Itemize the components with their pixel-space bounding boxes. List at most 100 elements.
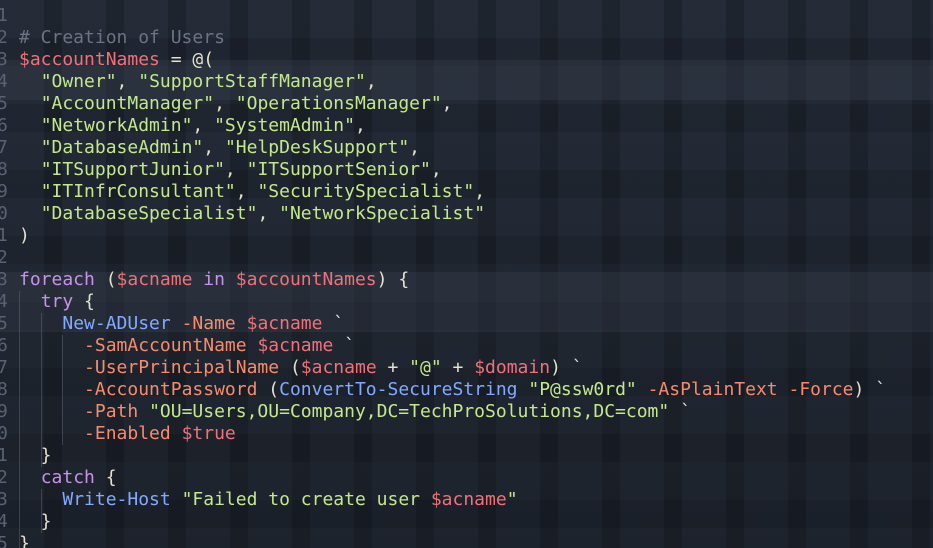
code-line[interactable]: 8 -AccountPassword (ConvertTo-SecureStri… bbox=[0, 379, 886, 401]
line-code[interactable]: "DatabaseAdmin", "HelpDeskSupport", bbox=[13, 137, 420, 159]
code-line[interactable]: 3 $accountNames = @( bbox=[0, 49, 886, 71]
code-token-punc: { bbox=[73, 291, 95, 312]
code-line[interactable]: 1 } bbox=[0, 445, 886, 467]
code-token-str: "ITSupportJunior" bbox=[40, 159, 225, 180]
code-line[interactable]: 4 } bbox=[0, 511, 886, 533]
line-code[interactable]: catch { bbox=[13, 467, 117, 489]
code-line[interactable]: 6 "NetworkAdmin", "SystemAdmin", bbox=[0, 115, 886, 137]
line-code[interactable]: "ITSupportJunior", "ITSupportSenior", bbox=[13, 159, 442, 181]
code-token-var: $accountNames bbox=[235, 269, 377, 290]
line-code[interactable]: } bbox=[13, 445, 52, 467]
line-code[interactable] bbox=[13, 247, 19, 269]
code-token-param: -Name bbox=[181, 313, 236, 334]
code-line[interactable]: 3 Write-Host "Failed to create user $acn… bbox=[0, 489, 886, 511]
line-code[interactable]: } bbox=[13, 533, 30, 548]
code-line[interactable]: 5 "AccountManager", "OperationsManager", bbox=[0, 93, 886, 115]
line-code[interactable]: "DatabaseSpecialist", "NetworkSpecialist… bbox=[13, 203, 485, 225]
line-number: 4 bbox=[0, 71, 8, 92]
code-line[interactable]: 6 -SamAccountName $acname ` bbox=[0, 335, 886, 357]
code-line[interactable]: 0 -Enabled $true bbox=[0, 423, 886, 445]
indent-guide bbox=[19, 423, 20, 445]
code-token-param: -AsPlainText bbox=[647, 379, 778, 400]
line-code[interactable]: foreach ($acname in $accountNames) { bbox=[13, 269, 409, 291]
indent-guide bbox=[62, 423, 64, 445]
code-token-punc bbox=[637, 379, 648, 400]
line-code[interactable]: -AccountPassword (ConvertTo-SecureString… bbox=[13, 379, 886, 401]
code-token-param: -Path bbox=[84, 401, 139, 422]
code-token-punc: ` bbox=[322, 313, 345, 334]
line-number: 3 bbox=[0, 269, 8, 290]
code-token-var: $domain bbox=[474, 357, 551, 378]
code-token-param: -AccountPassword bbox=[84, 379, 258, 400]
line-code[interactable]: -Enabled $true bbox=[13, 423, 236, 445]
line-code[interactable]: "Owner", "SupportStaffManager", bbox=[13, 71, 377, 93]
code-line[interactable]: 2 # Creation of Users bbox=[0, 27, 886, 49]
line-code[interactable]: -UserPrincipalName ($acname + "@" + $dom… bbox=[13, 357, 583, 379]
indent-guide bbox=[62, 379, 64, 401]
line-code[interactable]: -SamAccountName $acname ` bbox=[13, 335, 355, 357]
code-token-punc: ` bbox=[669, 401, 691, 422]
code-line[interactable]: 5 New-ADUser -Name $acname ` bbox=[0, 313, 886, 335]
line-code[interactable] bbox=[13, 5, 19, 27]
line-code[interactable]: ) bbox=[13, 225, 30, 247]
code-token-punc bbox=[19, 203, 41, 224]
line-code[interactable]: "AccountManager", "OperationsManager", bbox=[13, 93, 453, 115]
indent-guide bbox=[40, 379, 42, 401]
code-token-punc bbox=[171, 423, 182, 444]
code-editor[interactable]: 1 2 # Creation of Users 3 $accountNames = @(… bbox=[0, 0, 933, 548]
code-token-punc: , bbox=[441, 93, 453, 114]
code-line[interactable]: 4 "Owner", "SupportStaffManager", bbox=[0, 71, 886, 93]
indent-guide bbox=[62, 357, 64, 379]
code-token-punc: ` bbox=[333, 335, 355, 356]
code-token-punc: , bbox=[116, 71, 139, 92]
code-line[interactable]: 5} bbox=[0, 533, 886, 548]
code-token-kw: catch bbox=[40, 467, 95, 488]
code-token-str: " bbox=[506, 489, 518, 510]
code-token-str: "DatabaseAdmin" bbox=[40, 137, 204, 158]
code-line[interactable]: 0 "DatabaseSpecialist", "NetworkSpeciali… bbox=[0, 203, 886, 225]
line-code[interactable]: } bbox=[13, 511, 52, 533]
code-token-var: $true bbox=[181, 423, 236, 444]
line-code[interactable]: $accountNames = @( bbox=[13, 49, 214, 71]
code-token-punc: , bbox=[224, 159, 247, 180]
code-token-param: -Force bbox=[788, 379, 854, 400]
line-code[interactable]: Write-Host "Failed to create user $acnam… bbox=[13, 489, 518, 511]
indent-guide bbox=[19, 291, 20, 313]
indent-guide bbox=[19, 445, 20, 467]
code-line[interactable]: 7 -UserPrincipalName ($acname + "@" + $d… bbox=[0, 357, 886, 379]
code-line[interactable]: 2 catch { bbox=[0, 467, 886, 489]
code-token-punc bbox=[19, 93, 41, 114]
code-token-str: "SystemAdmin" bbox=[214, 115, 355, 136]
line-code[interactable]: New-ADUser -Name $acname ` bbox=[13, 313, 344, 335]
code-line[interactable]: 9 "ITInfrConsultant", "SecuritySpecialis… bbox=[0, 181, 886, 203]
code-line[interactable]: 1 bbox=[0, 5, 886, 27]
code-token-punc: ) { bbox=[376, 269, 410, 290]
code-token-punc: + bbox=[441, 357, 475, 378]
code-token-str: "AccountManager" bbox=[40, 93, 215, 114]
code-token-var: $acname bbox=[246, 313, 323, 334]
code-token-punc: ) bbox=[19, 225, 30, 246]
code-area[interactable]: 1 2 # Creation of Users 3 $accountNames = @(… bbox=[0, 5, 886, 548]
code-line[interactable]: 8 "ITSupportJunior", "ITSupportSenior", bbox=[0, 159, 886, 181]
line-code[interactable]: try { bbox=[13, 291, 95, 313]
code-line[interactable]: 1) bbox=[0, 225, 886, 247]
code-line[interactable]: 4 try { bbox=[0, 291, 886, 313]
code-token-punc: , bbox=[214, 93, 236, 114]
code-token-str: "ITInfrConsultant" bbox=[40, 181, 236, 202]
code-token-var: $acname bbox=[300, 357, 377, 378]
line-number: 9 bbox=[0, 401, 8, 422]
code-token-punc: , bbox=[192, 115, 215, 136]
code-token-punc bbox=[171, 489, 182, 510]
code-line[interactable]: 2 bbox=[0, 247, 886, 269]
code-line[interactable]: 9 -Path "OU=Users,OU=Company,DC=TechProS… bbox=[0, 401, 886, 423]
line-code[interactable]: -Path "OU=Users,OU=Company,DC=TechProSol… bbox=[13, 401, 691, 423]
code-line[interactable]: 3 foreach ($acname in $accountNames) { bbox=[0, 269, 886, 291]
line-code[interactable]: "NetworkAdmin", "SystemAdmin", bbox=[13, 115, 366, 137]
code-token-punc bbox=[778, 379, 789, 400]
line-number: 8 bbox=[0, 379, 8, 400]
line-number: 0 bbox=[0, 423, 8, 444]
line-code[interactable]: # Creation of Users bbox=[13, 27, 225, 49]
line-code[interactable]: "ITInfrConsultant", "SecuritySpecialist"… bbox=[13, 181, 485, 203]
line-number: 6 bbox=[0, 115, 8, 136]
code-line[interactable]: 7 "DatabaseAdmin", "HelpDeskSupport", bbox=[0, 137, 886, 159]
